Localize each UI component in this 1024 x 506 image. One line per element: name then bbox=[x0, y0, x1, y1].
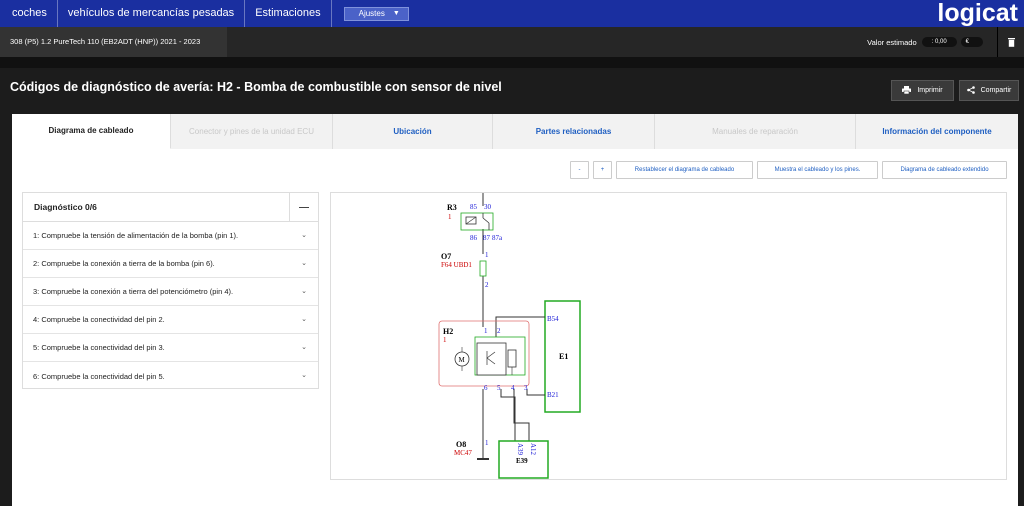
tab-manuales-reparacion: Manuales de reparación bbox=[655, 114, 856, 149]
diagnosis-step[interactable]: 1: Compruebe la tensión de alimentación … bbox=[23, 222, 318, 250]
vehicle-title[interactable]: 308 (P5) 1.2 PureTech 110 (EB2ADT (HNP))… bbox=[0, 27, 227, 57]
diagnosis-step-label: 2: Compruebe la conexión a tierra de la … bbox=[33, 259, 215, 268]
o8-name: O8 bbox=[456, 440, 466, 449]
tab-conector-pines: Conector y pines de la unidad ECU bbox=[171, 114, 333, 149]
caret-down-icon: ▼ bbox=[392, 9, 400, 17]
wire bbox=[526, 389, 545, 396]
diagnosis-step-label: 3: Compruebe la conexión a tierra del po… bbox=[33, 287, 234, 296]
printer-icon bbox=[902, 85, 912, 96]
estimated-value: Valor estimado : 0,00 € bbox=[867, 27, 1024, 57]
diagnosis-step-label: 4: Compruebe la conectividad del pin 2. bbox=[33, 315, 165, 324]
e1-pin-b21: B21 bbox=[547, 391, 559, 399]
r3-pin-85: 85 bbox=[470, 203, 478, 211]
chevron-down-icon: ⌄ bbox=[301, 344, 307, 351]
diagnosis-step[interactable]: 2: Compruebe la conexión a tierra de la … bbox=[23, 250, 318, 278]
diagnosis-header[interactable]: Diagnóstico 0/6 — bbox=[23, 193, 318, 222]
r3-pin-30: 30 bbox=[484, 203, 492, 211]
currency-selector[interactable]: € bbox=[960, 37, 983, 47]
r3-pin-87: 87 bbox=[483, 234, 491, 242]
o7-pin-1: 1 bbox=[485, 251, 489, 259]
e39-name: E39 bbox=[516, 457, 528, 465]
o8-pin-1: 1 bbox=[485, 439, 489, 447]
share-icon bbox=[966, 85, 975, 96]
o7-sub: F64 UBD1 bbox=[441, 261, 472, 269]
wiring-diagram[interactable]: R3 1 85 30 86 87 87a O7 F64 UBD1 1 2 E1 … bbox=[330, 192, 1007, 480]
extended-diagram-button[interactable]: Diagrama de cableado extendido bbox=[882, 161, 1007, 179]
tab-ubicacion[interactable]: Ubicación bbox=[333, 114, 493, 149]
e39-pin-a39: A39 bbox=[516, 443, 524, 456]
o7-pin-2: 2 bbox=[485, 281, 489, 289]
vehicle-bar: 308 (P5) 1.2 PureTech 110 (EB2ADT (HNP))… bbox=[0, 27, 1024, 57]
top-nav: coches vehículos de mercancías pesadas E… bbox=[0, 0, 1024, 27]
r3-name: R3 bbox=[447, 203, 457, 212]
reset-diagram-button[interactable]: Restablecer el diagrama de cableado bbox=[616, 161, 753, 179]
diagnosis-step[interactable]: 6: Compruebe la conectividad del pin 5. ⌄ bbox=[23, 362, 318, 390]
chevron-down-icon: ⌄ bbox=[301, 288, 307, 295]
chevron-down-icon: ⌄ bbox=[301, 260, 307, 267]
level-sensor-icon bbox=[507, 349, 517, 368]
estimated-value-label: Valor estimado bbox=[867, 37, 917, 47]
o8-sub: MC47 bbox=[454, 449, 472, 457]
zoom-out-button[interactable]: - bbox=[570, 161, 589, 179]
wire bbox=[500, 389, 516, 441]
zoom-in-button[interactable]: + bbox=[593, 161, 612, 179]
nav-item-vehiculos-pesados[interactable]: vehículos de mercancías pesadas bbox=[58, 0, 246, 27]
print-button[interactable]: Imprimir bbox=[891, 80, 954, 101]
wiring-diagram-svg: R3 1 85 30 86 87 87a O7 F64 UBD1 1 2 E1 … bbox=[438, 193, 581, 479]
motor-label: M bbox=[459, 356, 466, 364]
collapse-icon[interactable]: — bbox=[289, 193, 318, 221]
e1-name: E1 bbox=[559, 352, 568, 361]
diagnosis-step-label: 6: Compruebe la conectividad del pin 5. bbox=[33, 371, 165, 381]
relay-coil-line bbox=[465, 216, 477, 225]
e1-pin-b54: B54 bbox=[547, 315, 559, 323]
relay-switch bbox=[482, 217, 490, 224]
chevron-down-icon: ⌄ bbox=[301, 232, 307, 239]
share-button[interactable]: Compartir bbox=[959, 80, 1019, 101]
h2-pin-5: 5 bbox=[497, 384, 501, 392]
tab-partes-relacionadas[interactable]: Partes relacionadas bbox=[493, 114, 655, 149]
diagnosis-step[interactable]: 5: Compruebe la conectividad del pin 3. ⌄ bbox=[23, 334, 318, 362]
h2-pin-1: 1 bbox=[484, 327, 488, 335]
diagnosis-step-label: 5: Compruebe la conectividad del pin 3. bbox=[33, 343, 165, 352]
separator-strip bbox=[0, 57, 1024, 68]
diagnosis-step[interactable]: 3: Compruebe la conexión a tierra del po… bbox=[23, 278, 318, 306]
trash-icon[interactable] bbox=[998, 27, 1024, 57]
diagnosis-step[interactable]: 4: Compruebe la conectividad del pin 2. ⌄ bbox=[23, 306, 318, 334]
chevron-down-icon: ⌄ bbox=[301, 316, 307, 323]
settings-dropdown[interactable]: Ajustes ▼ bbox=[343, 6, 409, 21]
settings-label: Ajustes bbox=[358, 8, 385, 18]
e39-pin-a12: A12 bbox=[529, 443, 537, 456]
h2-pin-3: 3 bbox=[524, 384, 528, 392]
h2-sub: 1 bbox=[443, 336, 447, 344]
nav-item-coches[interactable]: coches bbox=[0, 0, 58, 27]
h2-name: H2 bbox=[443, 327, 453, 336]
diagnosis-step-label: 1: Compruebe la tensión de alimentación … bbox=[33, 231, 239, 240]
wire bbox=[513, 389, 530, 441]
estimated-value-amount: : 0,00 bbox=[921, 37, 957, 47]
r3-pin-87a: 87a bbox=[492, 234, 503, 242]
logo[interactable]: logicat bbox=[937, 0, 1018, 27]
diagnosis-panel: Diagnóstico 0/6 — 1: Compruebe la tensió… bbox=[22, 192, 319, 389]
nav-item-estimaciones[interactable]: Estimaciones bbox=[245, 0, 332, 27]
o7-name: O7 bbox=[441, 252, 451, 261]
diagnosis-title: Diagnóstico 0/6 bbox=[34, 202, 97, 212]
pump-module bbox=[476, 342, 507, 376]
tab-informacion-componente[interactable]: Información del componente bbox=[856, 114, 1018, 149]
r3-pin-86: 86 bbox=[470, 234, 478, 242]
h2-pin-6: 6 bbox=[484, 384, 488, 392]
show-pins-button[interactable]: Muestra el cableado y los pines. bbox=[757, 161, 878, 179]
tab-diagrama-cableado[interactable]: Diagrama de cableado bbox=[12, 114, 171, 149]
chevron-down-icon: ⌄ bbox=[301, 372, 307, 379]
tab-bar: Diagrama de cableado Conector y pines de… bbox=[12, 114, 1018, 149]
wire bbox=[495, 316, 545, 337]
fuse-icon bbox=[479, 260, 487, 277]
print-label: Imprimir bbox=[917, 87, 943, 94]
h2-pin-2: 2 bbox=[497, 327, 501, 335]
page-title: Códigos de diagnóstico de avería: H2 - B… bbox=[10, 80, 502, 94]
r3-sub: 1 bbox=[448, 213, 452, 221]
share-label: Compartir bbox=[980, 87, 1012, 94]
